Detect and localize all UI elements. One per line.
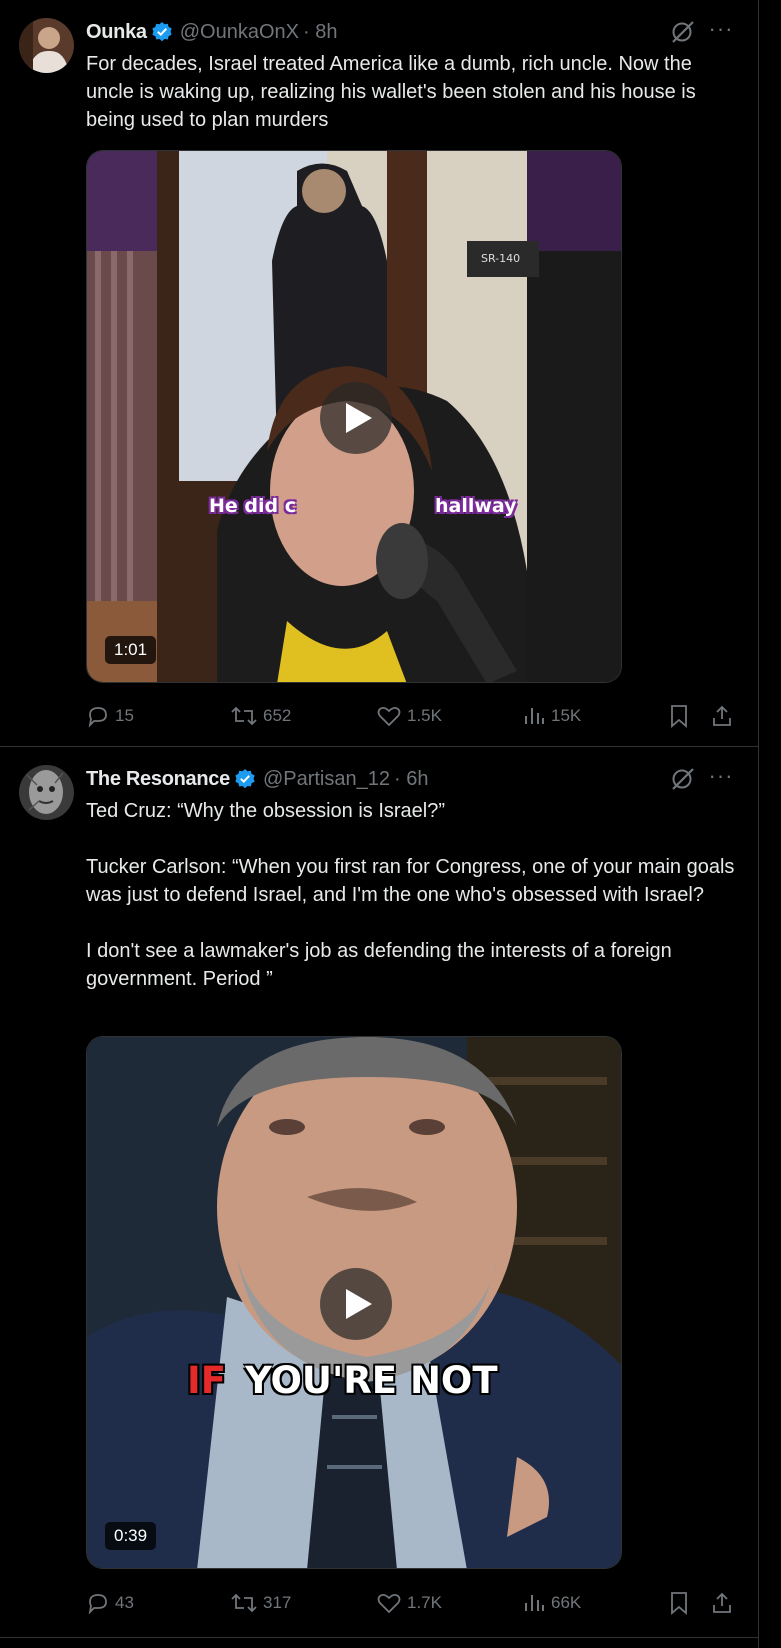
grok-icon[interactable] xyxy=(670,19,696,45)
grok-icon[interactable] xyxy=(670,766,696,792)
like-count: 1.7K xyxy=(407,1593,442,1612)
views-button[interactable]: 15K xyxy=(522,701,581,731)
video-caption-left: He did c xyxy=(209,495,296,517)
share-icon xyxy=(713,1592,731,1613)
video-duration: 0:39 xyxy=(105,1522,157,1550)
display-name[interactable]: Ounka xyxy=(86,21,147,44)
post-actions: 15 652 1.5K 15K xyxy=(86,701,736,731)
share-button[interactable] xyxy=(710,1588,739,1618)
bookmark-button[interactable] xyxy=(668,701,695,731)
post-text-paragraph: I don't see a lawmaker's job as defendin… xyxy=(86,940,672,990)
reply-button[interactable]: 15 xyxy=(86,701,134,731)
repost-icon xyxy=(231,706,257,726)
verified-badge-icon xyxy=(151,21,173,43)
post-text-paragraph: Tucker Carlson: “When you first ran for … xyxy=(86,856,735,906)
avatar[interactable] xyxy=(19,18,74,73)
like-count: 1.5K xyxy=(407,706,442,725)
repost-button[interactable]: 652 xyxy=(230,701,291,731)
post-text: Ted Cruz: “Why the obsession is Israel?”… xyxy=(86,797,736,993)
bookmark-icon xyxy=(671,1592,687,1615)
post-actions: 43 317 1.7K 66K xyxy=(86,1588,736,1618)
handle[interactable]: @OunkaOnX xyxy=(180,21,299,44)
post-text-paragraph: Ted Cruz: “Why the obsession is Israel?” xyxy=(86,800,446,822)
post-video[interactable]: He did c hallway SR-140 1:01 xyxy=(86,150,622,683)
video-caption-if: IF xyxy=(187,1359,227,1402)
post-ounka[interactable]: Ounka @OunkaOnX · 8h ··· For decades, Is… xyxy=(0,0,758,747)
views-icon xyxy=(525,1595,544,1611)
avatar[interactable] xyxy=(19,765,74,820)
like-button[interactable]: 1.5K xyxy=(376,701,442,731)
post-video[interactable]: IF YOU'RE NOT 0:39 xyxy=(86,1036,622,1569)
views-count: 15K xyxy=(551,706,582,725)
timeline-feed: Ounka @OunkaOnX · 8h ··· For decades, Is… xyxy=(0,0,759,1648)
play-button[interactable] xyxy=(320,1268,392,1340)
repost-icon xyxy=(231,1593,257,1613)
reply-icon xyxy=(88,707,107,728)
play-button[interactable] xyxy=(320,382,392,454)
like-icon xyxy=(377,1593,401,1614)
play-icon xyxy=(346,1289,372,1319)
post-header: Ounka @OunkaOnX · 8h xyxy=(86,19,337,45)
more-icon[interactable]: ··· xyxy=(707,765,735,792)
verified-badge-icon xyxy=(234,768,256,790)
share-icon xyxy=(713,705,731,726)
views-button[interactable]: 66K xyxy=(522,1588,581,1618)
post-header: The Resonance @Partisan_12 · 6h xyxy=(86,766,428,792)
reply-icon xyxy=(88,1594,107,1615)
room-sign: SR-140 xyxy=(481,252,521,265)
repost-button[interactable]: 317 xyxy=(230,1588,291,1618)
like-button[interactable]: 1.7K xyxy=(376,1588,442,1618)
share-button[interactable] xyxy=(710,701,739,731)
video-caption: YOU'RE NOT xyxy=(245,1359,498,1402)
post-time[interactable]: · 8h xyxy=(303,21,337,44)
reply-count: 43 xyxy=(115,1593,134,1612)
like-icon xyxy=(377,706,401,727)
handle[interactable]: @Partisan_12 xyxy=(263,768,390,791)
reply-count: 15 xyxy=(115,706,134,725)
bookmark-button[interactable] xyxy=(668,1588,695,1618)
more-icon[interactable]: ··· xyxy=(707,18,735,45)
views-icon xyxy=(525,708,544,724)
display-name[interactable]: The Resonance xyxy=(86,768,230,791)
video-duration: 1:01 xyxy=(105,636,157,664)
post-time[interactable]: · 6h xyxy=(394,768,428,791)
repost-count: 652 xyxy=(263,706,292,725)
bookmark-icon xyxy=(671,705,687,728)
views-count: 66K xyxy=(551,1593,582,1612)
video-caption-right: hallway xyxy=(435,495,517,517)
repost-count: 317 xyxy=(263,1593,292,1612)
post-the-resonance[interactable]: The Resonance @Partisan_12 · 6h ··· Ted … xyxy=(0,747,758,1638)
post-text-line: For decades, Israel treated America like… xyxy=(86,53,696,131)
play-icon xyxy=(346,403,372,433)
reply-button[interactable]: 43 xyxy=(86,1588,134,1618)
post-text: For decades, Israel treated America like… xyxy=(86,50,736,134)
